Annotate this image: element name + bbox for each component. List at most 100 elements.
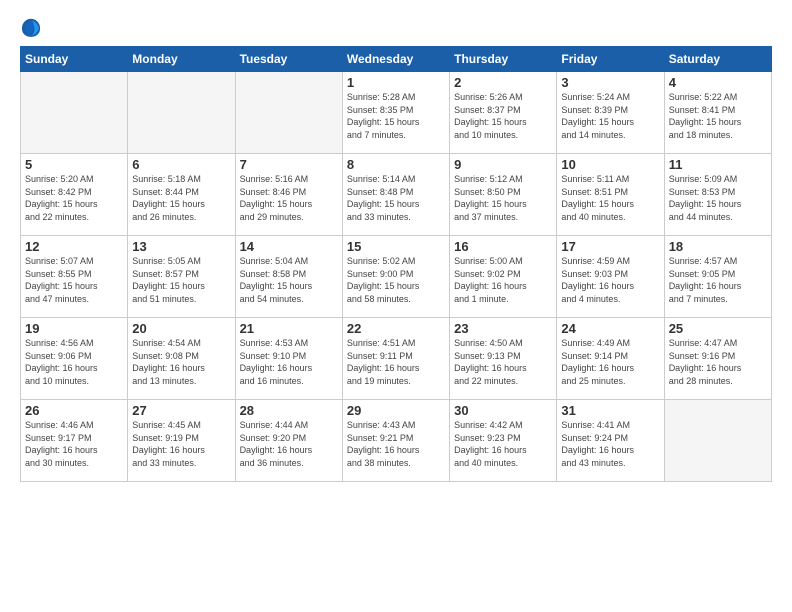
day-number: 13 bbox=[132, 239, 230, 254]
day-number: 31 bbox=[561, 403, 659, 418]
day-info: Sunrise: 4:47 AMSunset: 9:16 PMDaylight:… bbox=[669, 337, 767, 387]
calendar-header-tuesday: Tuesday bbox=[235, 47, 342, 72]
calendar-cell bbox=[664, 400, 771, 482]
day-number: 21 bbox=[240, 321, 338, 336]
calendar-cell: 17Sunrise: 4:59 AMSunset: 9:03 PMDayligh… bbox=[557, 236, 664, 318]
day-info: Sunrise: 4:41 AMSunset: 9:24 PMDaylight:… bbox=[561, 419, 659, 469]
calendar-cell: 7Sunrise: 5:16 AMSunset: 8:46 PMDaylight… bbox=[235, 154, 342, 236]
day-info: Sunrise: 5:12 AMSunset: 8:50 PMDaylight:… bbox=[454, 173, 552, 223]
day-info: Sunrise: 4:53 AMSunset: 9:10 PMDaylight:… bbox=[240, 337, 338, 387]
calendar-cell: 4Sunrise: 5:22 AMSunset: 8:41 PMDaylight… bbox=[664, 72, 771, 154]
calendar-cell: 30Sunrise: 4:42 AMSunset: 9:23 PMDayligh… bbox=[450, 400, 557, 482]
day-number: 12 bbox=[25, 239, 123, 254]
calendar-week-row: 26Sunrise: 4:46 AMSunset: 9:17 PMDayligh… bbox=[21, 400, 772, 482]
day-number: 29 bbox=[347, 403, 445, 418]
day-info: Sunrise: 5:09 AMSunset: 8:53 PMDaylight:… bbox=[669, 173, 767, 223]
day-number: 30 bbox=[454, 403, 552, 418]
calendar-cell: 29Sunrise: 4:43 AMSunset: 9:21 PMDayligh… bbox=[342, 400, 449, 482]
calendar-cell: 20Sunrise: 4:54 AMSunset: 9:08 PMDayligh… bbox=[128, 318, 235, 400]
day-info: Sunrise: 5:18 AMSunset: 8:44 PMDaylight:… bbox=[132, 173, 230, 223]
calendar-cell: 23Sunrise: 4:50 AMSunset: 9:13 PMDayligh… bbox=[450, 318, 557, 400]
day-info: Sunrise: 4:49 AMSunset: 9:14 PMDaylight:… bbox=[561, 337, 659, 387]
day-info: Sunrise: 5:26 AMSunset: 8:37 PMDaylight:… bbox=[454, 91, 552, 141]
calendar-header-saturday: Saturday bbox=[664, 47, 771, 72]
calendar-cell: 13Sunrise: 5:05 AMSunset: 8:57 PMDayligh… bbox=[128, 236, 235, 318]
calendar-cell: 28Sunrise: 4:44 AMSunset: 9:20 PMDayligh… bbox=[235, 400, 342, 482]
day-number: 26 bbox=[25, 403, 123, 418]
day-info: Sunrise: 4:54 AMSunset: 9:08 PMDaylight:… bbox=[132, 337, 230, 387]
day-number: 2 bbox=[454, 75, 552, 90]
day-info: Sunrise: 5:20 AMSunset: 8:42 PMDaylight:… bbox=[25, 173, 123, 223]
day-info: Sunrise: 4:45 AMSunset: 9:19 PMDaylight:… bbox=[132, 419, 230, 469]
calendar-cell: 27Sunrise: 4:45 AMSunset: 9:19 PMDayligh… bbox=[128, 400, 235, 482]
day-number: 25 bbox=[669, 321, 767, 336]
day-info: Sunrise: 5:04 AMSunset: 8:58 PMDaylight:… bbox=[240, 255, 338, 305]
day-info: Sunrise: 5:24 AMSunset: 8:39 PMDaylight:… bbox=[561, 91, 659, 141]
day-number: 24 bbox=[561, 321, 659, 336]
calendar-cell bbox=[21, 72, 128, 154]
day-info: Sunrise: 5:11 AMSunset: 8:51 PMDaylight:… bbox=[561, 173, 659, 223]
day-number: 18 bbox=[669, 239, 767, 254]
calendar-cell: 25Sunrise: 4:47 AMSunset: 9:16 PMDayligh… bbox=[664, 318, 771, 400]
logo bbox=[20, 16, 44, 38]
day-number: 1 bbox=[347, 75, 445, 90]
day-number: 20 bbox=[132, 321, 230, 336]
day-number: 22 bbox=[347, 321, 445, 336]
calendar-cell: 6Sunrise: 5:18 AMSunset: 8:44 PMDaylight… bbox=[128, 154, 235, 236]
calendar-cell: 12Sunrise: 5:07 AMSunset: 8:55 PMDayligh… bbox=[21, 236, 128, 318]
day-info: Sunrise: 4:44 AMSunset: 9:20 PMDaylight:… bbox=[240, 419, 338, 469]
day-info: Sunrise: 5:16 AMSunset: 8:46 PMDaylight:… bbox=[240, 173, 338, 223]
calendar-cell: 3Sunrise: 5:24 AMSunset: 8:39 PMDaylight… bbox=[557, 72, 664, 154]
day-info: Sunrise: 5:00 AMSunset: 9:02 PMDaylight:… bbox=[454, 255, 552, 305]
calendar-cell: 2Sunrise: 5:26 AMSunset: 8:37 PMDaylight… bbox=[450, 72, 557, 154]
calendar-cell: 10Sunrise: 5:11 AMSunset: 8:51 PMDayligh… bbox=[557, 154, 664, 236]
day-number: 8 bbox=[347, 157, 445, 172]
calendar-cell: 1Sunrise: 5:28 AMSunset: 8:35 PMDaylight… bbox=[342, 72, 449, 154]
day-info: Sunrise: 4:56 AMSunset: 9:06 PMDaylight:… bbox=[25, 337, 123, 387]
calendar-week-row: 1Sunrise: 5:28 AMSunset: 8:35 PMDaylight… bbox=[21, 72, 772, 154]
page: SundayMondayTuesdayWednesdayThursdayFrid… bbox=[0, 0, 792, 492]
calendar-week-row: 5Sunrise: 5:20 AMSunset: 8:42 PMDaylight… bbox=[21, 154, 772, 236]
calendar-header-monday: Monday bbox=[128, 47, 235, 72]
day-number: 28 bbox=[240, 403, 338, 418]
day-info: Sunrise: 4:42 AMSunset: 9:23 PMDaylight:… bbox=[454, 419, 552, 469]
calendar-cell: 21Sunrise: 4:53 AMSunset: 9:10 PMDayligh… bbox=[235, 318, 342, 400]
day-number: 16 bbox=[454, 239, 552, 254]
day-number: 19 bbox=[25, 321, 123, 336]
calendar-cell: 14Sunrise: 5:04 AMSunset: 8:58 PMDayligh… bbox=[235, 236, 342, 318]
calendar-header-row: SundayMondayTuesdayWednesdayThursdayFrid… bbox=[21, 47, 772, 72]
header bbox=[20, 16, 772, 38]
calendar-header-friday: Friday bbox=[557, 47, 664, 72]
day-info: Sunrise: 4:51 AMSunset: 9:11 PMDaylight:… bbox=[347, 337, 445, 387]
day-info: Sunrise: 4:43 AMSunset: 9:21 PMDaylight:… bbox=[347, 419, 445, 469]
day-info: Sunrise: 5:28 AMSunset: 8:35 PMDaylight:… bbox=[347, 91, 445, 141]
calendar-cell bbox=[235, 72, 342, 154]
day-number: 15 bbox=[347, 239, 445, 254]
calendar-header-thursday: Thursday bbox=[450, 47, 557, 72]
calendar-cell: 16Sunrise: 5:00 AMSunset: 9:02 PMDayligh… bbox=[450, 236, 557, 318]
day-number: 3 bbox=[561, 75, 659, 90]
day-number: 23 bbox=[454, 321, 552, 336]
calendar-week-row: 19Sunrise: 4:56 AMSunset: 9:06 PMDayligh… bbox=[21, 318, 772, 400]
day-info: Sunrise: 4:59 AMSunset: 9:03 PMDaylight:… bbox=[561, 255, 659, 305]
day-number: 10 bbox=[561, 157, 659, 172]
day-number: 5 bbox=[25, 157, 123, 172]
logo-icon bbox=[20, 16, 42, 38]
day-info: Sunrise: 5:05 AMSunset: 8:57 PMDaylight:… bbox=[132, 255, 230, 305]
day-number: 27 bbox=[132, 403, 230, 418]
day-info: Sunrise: 4:57 AMSunset: 9:05 PMDaylight:… bbox=[669, 255, 767, 305]
day-number: 4 bbox=[669, 75, 767, 90]
day-number: 9 bbox=[454, 157, 552, 172]
day-info: Sunrise: 5:22 AMSunset: 8:41 PMDaylight:… bbox=[669, 91, 767, 141]
calendar-cell: 15Sunrise: 5:02 AMSunset: 9:00 PMDayligh… bbox=[342, 236, 449, 318]
day-number: 14 bbox=[240, 239, 338, 254]
calendar-cell: 18Sunrise: 4:57 AMSunset: 9:05 PMDayligh… bbox=[664, 236, 771, 318]
day-info: Sunrise: 5:14 AMSunset: 8:48 PMDaylight:… bbox=[347, 173, 445, 223]
calendar-cell: 24Sunrise: 4:49 AMSunset: 9:14 PMDayligh… bbox=[557, 318, 664, 400]
day-info: Sunrise: 5:07 AMSunset: 8:55 PMDaylight:… bbox=[25, 255, 123, 305]
calendar-header-sunday: Sunday bbox=[21, 47, 128, 72]
day-number: 17 bbox=[561, 239, 659, 254]
calendar-cell: 31Sunrise: 4:41 AMSunset: 9:24 PMDayligh… bbox=[557, 400, 664, 482]
calendar-cell bbox=[128, 72, 235, 154]
day-info: Sunrise: 4:46 AMSunset: 9:17 PMDaylight:… bbox=[25, 419, 123, 469]
